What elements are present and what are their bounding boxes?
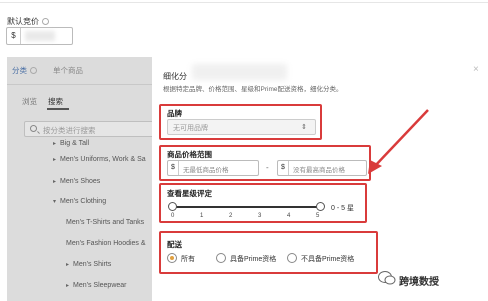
wechat-icon bbox=[378, 271, 396, 285]
watermark-text: 跨境数授 bbox=[399, 277, 439, 288]
annotation-arrow bbox=[368, 109, 429, 174]
arrow-shaft bbox=[373, 109, 429, 168]
